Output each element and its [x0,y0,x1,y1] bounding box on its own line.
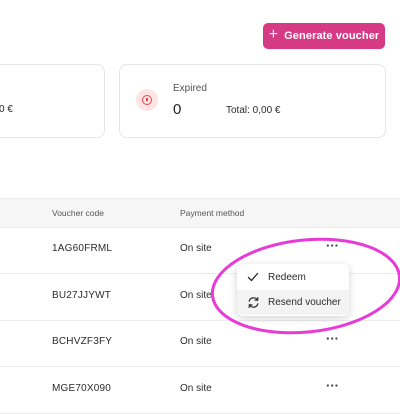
expired-card: Expired 0 Total: 0,00 € [119,64,386,138]
generate-voucher-button[interactable]: + Generate voucher [263,23,385,49]
more-horizontal-icon[interactable]: ··· [326,378,339,393]
stats-card: 0 € [0,64,105,138]
table-header: Voucher code Payment method [0,198,400,228]
payment-method: On site [180,336,212,347]
voucher-code: BCHVZF3FY [52,336,113,347]
expired-count: 0 [173,101,182,118]
voucher-code: 1AG60FRML [52,243,113,254]
row-actions-menu: Redeem Resend voucher [237,264,349,316]
voucher-code: MGE70X090 [52,383,112,394]
payment-method: On site [180,290,212,301]
refresh-icon [246,296,260,310]
more-horizontal-icon[interactable]: ··· [326,331,339,346]
alert-circle-icon [136,89,158,111]
plus-icon: + [268,26,279,43]
generate-voucher-label: Generate voucher [284,30,380,42]
table-row: BCHVZF3FY On site ··· [0,320,400,367]
payment-method: On site [180,243,212,254]
payment-method: On site [180,383,212,394]
resend-voucher-label: Resend voucher [268,297,341,308]
column-header-voucher-code: Voucher code [52,208,104,218]
more-horizontal-icon[interactable]: ··· [326,238,339,253]
redeem-menu-item[interactable]: Redeem [237,265,349,289]
expired-label: Expired [173,83,207,94]
check-icon [246,270,260,284]
column-header-payment-method: Payment method [180,208,245,218]
expired-total: Total: 0,00 € [226,105,281,116]
resend-voucher-menu-item[interactable]: Resend voucher [237,290,349,315]
card-amount: 0 € [0,104,13,115]
redeem-label: Redeem [268,271,306,283]
voucher-code: BU27JJYWT [52,290,112,301]
